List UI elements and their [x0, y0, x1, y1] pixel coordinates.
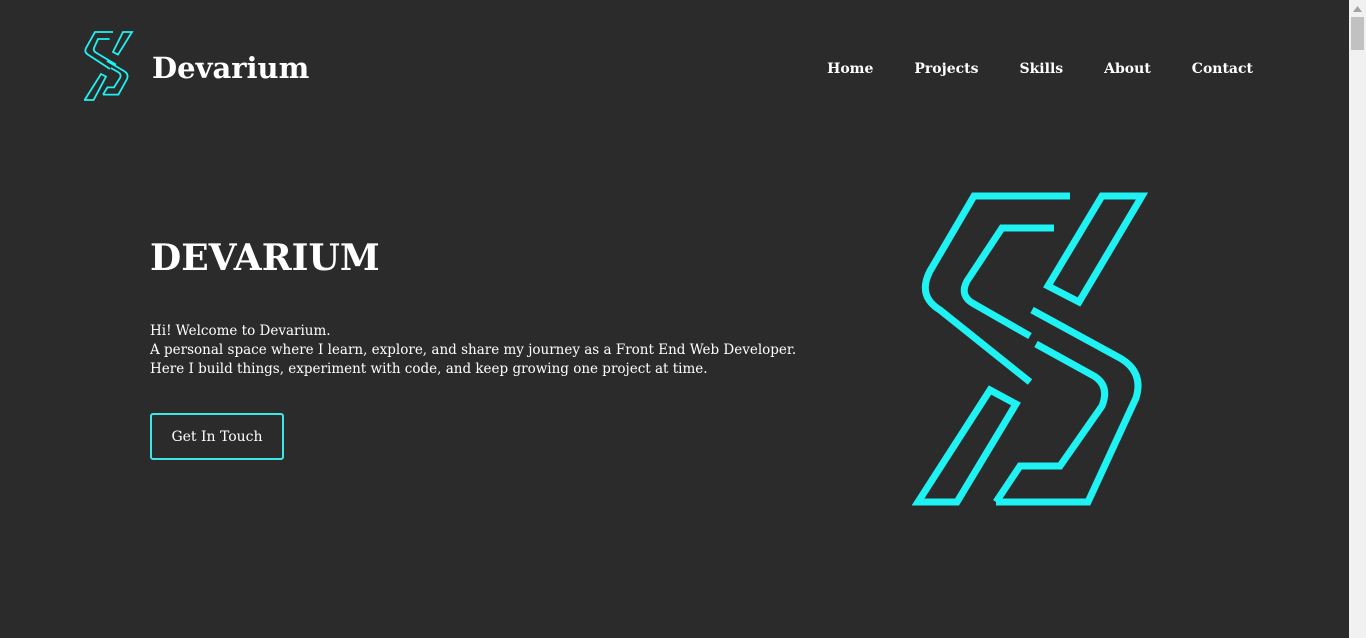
nav-contact-link[interactable]: Contact [1192, 60, 1253, 78]
nav-projects-link[interactable]: Projects [914, 60, 978, 78]
hero-line: Here I build things, experiment with cod… [150, 361, 708, 377]
vertical-scrollbar[interactable] [1349, 0, 1366, 638]
nav-home-link[interactable]: Home [827, 60, 873, 78]
page: Devarium Home Projects Skills About Cont… [0, 0, 1366, 638]
brand-name: Devarium [152, 50, 310, 85]
nav-about-link[interactable]: About [1104, 60, 1151, 78]
hero-description: Hi! Welcome to Devarium. A personal spac… [150, 322, 796, 379]
get-in-touch-button[interactable]: Get In Touch [150, 413, 284, 460]
scrollbar-thumb[interactable] [1351, 17, 1364, 50]
hero-line: A personal space where I learn, explore,… [150, 342, 797, 358]
hero-line: Hi! Welcome to Devarium. [150, 323, 331, 339]
main-nav: Home Projects Skills About Contact [786, 60, 1253, 78]
nav-skills-link[interactable]: Skills [1020, 60, 1064, 78]
scroll-up-arrow-icon[interactable] [1349, 0, 1366, 17]
site-header: Devarium Home Projects Skills About Cont… [0, 0, 1349, 140]
devarium-logo-icon [84, 31, 134, 101]
brand-home-link[interactable]: Devarium [84, 30, 309, 102]
devarium-large-logo-icon [912, 192, 1149, 506]
hero-title: DEVARIUM [150, 237, 380, 279]
